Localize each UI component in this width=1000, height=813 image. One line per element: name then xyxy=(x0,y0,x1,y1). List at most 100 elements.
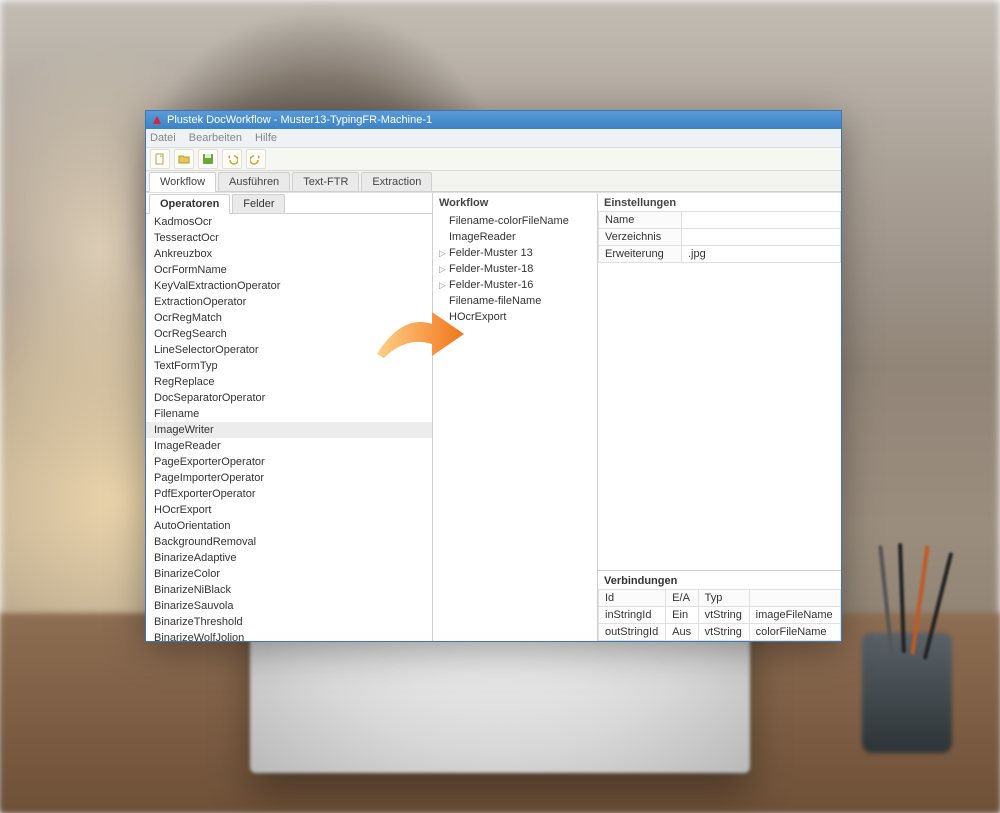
connections-header: Typ xyxy=(698,590,749,607)
connections-cell: inStringId xyxy=(599,607,666,624)
new-file-button[interactable] xyxy=(150,149,170,169)
workflow-item[interactable]: HOcrExport xyxy=(437,309,593,325)
workflow-panel-title: Workflow xyxy=(433,193,597,211)
tab-extraction[interactable]: Extraction xyxy=(361,172,432,191)
connections-title: Verbindungen xyxy=(598,570,841,589)
settings-spacer xyxy=(598,263,841,570)
connections-header xyxy=(749,590,840,607)
workflow-item[interactable]: ▷Felder-Muster-16 xyxy=(437,277,593,293)
operator-item[interactable]: Ankreuzbox xyxy=(146,246,432,262)
operator-item[interactable]: Filename xyxy=(146,406,432,422)
chevron-right-icon[interactable]: ▷ xyxy=(439,262,449,276)
operator-item[interactable]: BinarizeColor xyxy=(146,566,432,582)
window-title: Plustek DocWorkflow - Muster13-TypingFR-… xyxy=(167,111,432,129)
operator-item[interactable]: OcrRegSearch xyxy=(146,326,432,342)
chevron-right-icon[interactable]: ▷ xyxy=(439,246,449,260)
open-folder-icon xyxy=(178,153,190,165)
connections-cell: colorFileName xyxy=(749,624,840,641)
undo-icon xyxy=(226,153,238,165)
main-tab-bar: Workflow Ausführen Text-FTR Extraction xyxy=(146,171,841,192)
settings-table[interactable]: NameVerzeichnisErweiterung.jpg xyxy=(598,211,841,263)
connections-cell: vtString xyxy=(698,607,749,624)
connections-row[interactable]: inStringIdEinvtStringimageFileName xyxy=(599,607,841,624)
workflow-item-label: Felder-Muster-16 xyxy=(449,278,533,292)
left-tab-felder[interactable]: Felder xyxy=(232,194,285,213)
settings-title: Einstellungen xyxy=(598,193,841,211)
app-icon xyxy=(152,115,162,125)
settings-value[interactable] xyxy=(682,212,841,229)
tab-ausfuehren[interactable]: Ausführen xyxy=(218,172,290,191)
settings-value[interactable] xyxy=(682,229,841,246)
connections-cell: outStringId xyxy=(599,624,666,641)
save-icon xyxy=(202,153,214,165)
new-file-icon xyxy=(154,153,166,165)
operator-item[interactable]: TesseractOcr xyxy=(146,230,432,246)
operator-item[interactable]: BinarizeAdaptive xyxy=(146,550,432,566)
left-tab-bar: Operatoren Felder xyxy=(146,193,432,214)
operator-item[interactable]: PdfExporterOperator xyxy=(146,486,432,502)
workflow-item[interactable]: Filename-colorFileName xyxy=(437,213,593,229)
workflow-item-label: HOcrExport xyxy=(449,310,506,324)
operator-item[interactable]: BackgroundRemoval xyxy=(146,534,432,550)
menu-edit[interactable]: Bearbeiten xyxy=(189,132,242,144)
settings-key: Name xyxy=(599,212,682,229)
left-panel: Operatoren Felder KadmosOcrTesseractOcrA… xyxy=(146,193,433,641)
operator-item[interactable]: DocSeparatorOperator xyxy=(146,390,432,406)
operator-item[interactable]: PageExporterOperator xyxy=(146,454,432,470)
work-area: Operatoren Felder KadmosOcrTesseractOcrA… xyxy=(146,192,841,641)
operator-item[interactable]: ImageReader xyxy=(146,438,432,454)
operator-item[interactable]: HOcrExport xyxy=(146,502,432,518)
workflow-item-label: Felder-Muster 13 xyxy=(449,246,533,260)
workflow-item-label: Filename-fileName xyxy=(449,294,541,308)
tab-text-ftr[interactable]: Text-FTR xyxy=(292,172,359,191)
menu-file[interactable]: Datei xyxy=(150,132,176,144)
operator-item[interactable]: KeyValExtractionOperator xyxy=(146,278,432,294)
workflow-tree[interactable]: Filename-colorFileNameImageReader▷Felder… xyxy=(433,211,597,641)
operator-item[interactable]: OcrFormName xyxy=(146,262,432,278)
operator-item[interactable]: BinarizeNiBlack xyxy=(146,582,432,598)
app-window: Plustek DocWorkflow - Muster13-TypingFR-… xyxy=(145,110,842,642)
operator-item[interactable]: BinarizeThreshold xyxy=(146,614,432,630)
connections-cell: Aus xyxy=(666,624,698,641)
settings-key: Verzeichnis xyxy=(599,229,682,246)
toolbar xyxy=(146,148,841,171)
connections-cell: Ein xyxy=(666,607,698,624)
workflow-item-label: ImageReader xyxy=(449,230,516,244)
title-bar[interactable]: Plustek DocWorkflow - Muster13-TypingFR-… xyxy=(146,111,841,129)
operator-item[interactable]: ImageWriter xyxy=(146,422,432,438)
chevron-right-icon[interactable]: ▷ xyxy=(439,278,449,292)
connections-table[interactable]: IdE/ATypinStringIdEinvtStringimageFileNa… xyxy=(598,589,841,641)
menu-bar: Datei Bearbeiten Hilfe xyxy=(146,129,841,148)
connections-row[interactable]: outStringIdAusvtStringcolorFileName xyxy=(599,624,841,641)
operator-item[interactable]: AutoOrientation xyxy=(146,518,432,534)
operator-item[interactable]: RegReplace xyxy=(146,374,432,390)
operator-item[interactable]: OcrRegMatch xyxy=(146,310,432,326)
workflow-item[interactable]: Filename-fileName xyxy=(437,293,593,309)
operator-item[interactable]: BinarizeSauvola xyxy=(146,598,432,614)
operator-item[interactable]: KadmosOcr xyxy=(146,214,432,230)
right-panel: Einstellungen NameVerzeichnisErweiterung… xyxy=(598,193,841,641)
operator-item[interactable]: TextFormTyp xyxy=(146,358,432,374)
save-button[interactable] xyxy=(198,149,218,169)
redo-button[interactable] xyxy=(246,149,266,169)
open-folder-button[interactable] xyxy=(174,149,194,169)
workflow-item[interactable]: ▷Felder-Muster 13 xyxy=(437,245,593,261)
operator-list[interactable]: KadmosOcrTesseractOcrAnkreuzboxOcrFormNa… xyxy=(146,214,432,641)
operator-item[interactable]: PageImporterOperator xyxy=(146,470,432,486)
settings-key: Erweiterung xyxy=(599,246,682,263)
workflow-panel: Workflow Filename-colorFileNameImageRead… xyxy=(433,193,598,641)
workflow-item[interactable]: ImageReader xyxy=(437,229,593,245)
operator-item[interactable]: ExtractionOperator xyxy=(146,294,432,310)
workflow-item-label: Felder-Muster-18 xyxy=(449,262,533,276)
tab-workflow[interactable]: Workflow xyxy=(149,172,216,192)
menu-help[interactable]: Hilfe xyxy=(255,132,277,144)
operator-item[interactable]: LineSelectorOperator xyxy=(146,342,432,358)
settings-value[interactable]: .jpg xyxy=(682,246,841,263)
connections-header: Id xyxy=(599,590,666,607)
left-tab-operatoren[interactable]: Operatoren xyxy=(149,194,230,214)
operator-item[interactable]: BinarizeWolfJolion xyxy=(146,630,432,641)
connections-cell: imageFileName xyxy=(749,607,840,624)
workflow-item[interactable]: ▷Felder-Muster-18 xyxy=(437,261,593,277)
pen-cup xyxy=(862,633,952,753)
undo-button[interactable] xyxy=(222,149,242,169)
